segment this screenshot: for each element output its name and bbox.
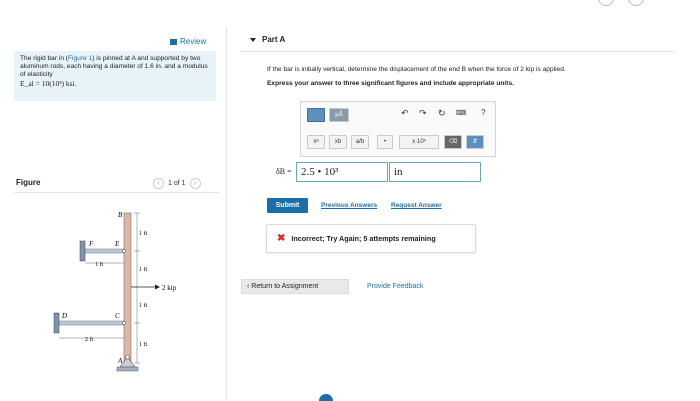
- pin-a: [125, 354, 130, 360]
- dot-button[interactable]: •: [377, 135, 393, 149]
- feedback-text: Incorrect; Try Again; 5 attempts remaini…: [291, 234, 436, 243]
- mastering-page: Review The rigid bar in (Figure 1) is pi…: [0, 0, 700, 401]
- modulus-formula: E_al = 10(10³) ksi.: [20, 79, 77, 88]
- previous-answers-link[interactable]: Previous Answers: [321, 202, 377, 209]
- part-a-header[interactable]: Part A: [250, 35, 285, 44]
- request-answer-link[interactable]: Request Answer: [391, 202, 442, 209]
- templates-button[interactable]: [307, 108, 325, 122]
- figure-diagram: B E F C D A 1 ft 1 ft 1 ft 1 ft 1 ft 2 f…: [53, 211, 177, 372]
- undo-icon[interactable]: ↶: [401, 108, 409, 119]
- scroll-indicator[interactable]: [319, 394, 333, 401]
- answer-label: δB =: [276, 167, 292, 176]
- figure-pager: ‹ 1 of 1 ›: [153, 178, 201, 189]
- units-button[interactable]: μÅ: [329, 108, 349, 122]
- instruction-text: Express your answer to three significant…: [267, 80, 514, 87]
- label-a: A: [117, 357, 123, 365]
- next-figure-button[interactable]: ›: [189, 178, 201, 189]
- top-circle-icon-2[interactable]: [628, 0, 644, 6]
- provide-feedback-link[interactable]: Provide Feedback: [367, 283, 423, 290]
- load-label: 2 kip: [162, 284, 177, 292]
- help-icon[interactable]: ?: [481, 108, 485, 117]
- pager-text: 1 of 1: [168, 180, 186, 187]
- prev-figure-button[interactable]: ‹: [153, 178, 164, 189]
- dim-1ft-d: 1 ft: [139, 341, 147, 348]
- question-text: If the bar is initially vertical, determ…: [267, 66, 566, 73]
- feedback-message: ✖ Incorrect; Try Again; 5 attempts remai…: [266, 224, 476, 253]
- label-e: E: [114, 240, 120, 248]
- dim-2ft-h: 2 ft: [85, 336, 93, 343]
- rod-cd: [58, 320, 125, 326]
- figure-divider: [14, 192, 219, 193]
- incorrect-x-icon: ✖: [277, 233, 286, 244]
- label-b: B: [118, 211, 123, 219]
- label-c: C: [115, 312, 120, 320]
- part-divider: [240, 51, 676, 52]
- keyboard-icon[interactable]: ⌨: [456, 109, 466, 117]
- dim-1ft-c: 1 ft: [139, 302, 147, 309]
- label-f: F: [88, 240, 94, 248]
- rigid-bar: [123, 212, 132, 364]
- submit-button[interactable]: Submit: [267, 198, 308, 213]
- redo-icon[interactable]: ↷: [419, 108, 427, 119]
- figure-title: Figure: [16, 178, 41, 187]
- label-d: D: [61, 312, 67, 320]
- subscript-button[interactable]: xb: [329, 135, 347, 149]
- review-link[interactable]: Review: [170, 37, 206, 46]
- load-arrowhead: [155, 284, 160, 290]
- rod-ef: [84, 248, 125, 254]
- problem-statement: The rigid bar in (Figure 1) is pinned at…: [14, 51, 216, 101]
- caret-down-icon: [250, 37, 256, 42]
- dim-1ft-a: 1 ft: [139, 230, 147, 237]
- power-button[interactable]: xᵃ: [307, 135, 325, 149]
- wall-f: [79, 240, 86, 262]
- math-toolbar: μÅ ↶ ↷ ↻ ⌨ ? xᵃ xb a/b • x·10ⁿ ⌫ ⇵: [300, 101, 496, 157]
- figure-link[interactable]: Figure 1: [68, 55, 92, 62]
- fraction-button[interactable]: a/b: [351, 135, 369, 149]
- reset-icon[interactable]: ↻: [438, 108, 446, 119]
- keypad-button[interactable]: ⇵: [466, 135, 484, 149]
- review-label: Review: [180, 37, 207, 46]
- review-icon: [170, 38, 177, 45]
- panel-divider: [226, 28, 227, 400]
- top-circle-icon[interactable]: [598, 0, 614, 6]
- dim-1ft-b: 1 ft: [139, 266, 147, 273]
- dim-1ft-h: 1 ft: [95, 261, 103, 268]
- return-to-assignment-button[interactable]: ‹ Return to Assignment: [241, 279, 349, 294]
- delete-button[interactable]: ⌫: [444, 135, 462, 149]
- answer-value-input[interactable]: 2.5 • 10³: [296, 162, 388, 182]
- wall-d: [53, 312, 60, 334]
- part-title: Part A: [262, 35, 286, 44]
- pin-base: [116, 366, 139, 372]
- answer-unit-input[interactable]: in: [389, 162, 481, 182]
- sci-notation-button[interactable]: x·10ⁿ: [399, 135, 439, 149]
